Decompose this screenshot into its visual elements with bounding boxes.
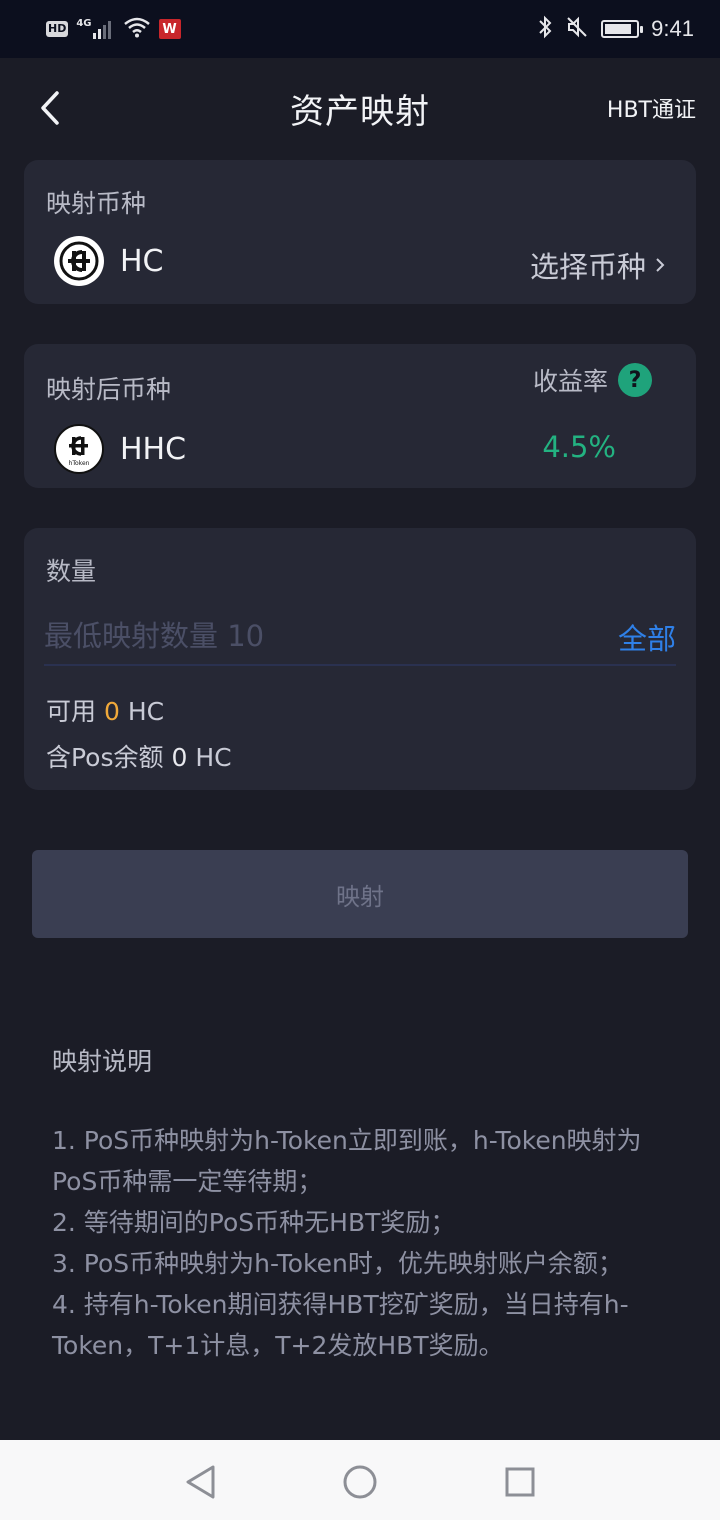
amount-label: 数量 xyxy=(46,557,97,586)
mute-icon xyxy=(565,15,589,43)
battery-icon xyxy=(601,20,644,38)
hd-indicator: HD xyxy=(46,21,69,37)
source-coin-row: HC xyxy=(54,236,164,286)
yield-rate-value: 4.5% xyxy=(542,430,616,464)
wifi-icon xyxy=(123,16,151,42)
target-coin-card: 映射后币种 收益率 ? hToken HHC 4.5% xyxy=(24,344,696,488)
hc-coin-logo xyxy=(54,236,104,286)
available-unit: HC xyxy=(127,697,165,726)
hbt-token-link[interactable]: HBT通证 xyxy=(607,92,696,124)
status-left: HD 4G W xyxy=(46,17,181,41)
pos-unit: HC xyxy=(195,743,232,772)
chevron-right-icon xyxy=(656,258,665,272)
nav-back-button[interactable] xyxy=(178,1460,222,1504)
select-coin-button[interactable]: 选择币种 xyxy=(530,244,666,286)
source-coin-card[interactable]: 映射币种 HC 选择币种 xyxy=(24,160,696,304)
pos-balance: 含Pos余额 0 HC xyxy=(46,738,232,774)
target-coin-row: hToken HHC xyxy=(54,424,186,474)
htoken-caption: hToken xyxy=(68,460,90,467)
bluetooth-icon xyxy=(537,15,553,43)
amount-card: 数量 全部 可用 0 HC 含Pos余额 0 HC xyxy=(24,528,696,790)
source-coin-name: HC xyxy=(120,243,164,279)
nav-recents-button[interactable] xyxy=(498,1460,542,1504)
hhc-coin-logo: hToken xyxy=(54,424,104,474)
header: 资产映射 HBT通证 xyxy=(0,58,720,158)
mapping-notes: 映射说明 1. PoS币种映射为h-Token立即到账，h-Token映射为Po… xyxy=(52,1042,672,1366)
available-prefix: 可用 xyxy=(46,697,97,726)
note-item: 3. PoS币种映射为h-Token时，优先映射账户余额； xyxy=(52,1249,623,1278)
circle-home-icon xyxy=(343,1465,377,1499)
yield-rate-header: 收益率 ? xyxy=(533,362,652,398)
input-underline xyxy=(44,664,676,666)
nav-home-button[interactable] xyxy=(338,1460,382,1504)
select-coin-label: 选择币种 xyxy=(529,250,646,284)
signal-icon: 4G xyxy=(76,19,114,39)
status-right: 9:41 xyxy=(537,14,694,44)
map-button[interactable]: 映射 xyxy=(32,850,688,938)
battery-level xyxy=(605,24,631,34)
square-recents-icon xyxy=(505,1467,535,1497)
notes-title: 映射说明 xyxy=(52,1047,153,1076)
all-button[interactable]: 全部 xyxy=(618,616,676,658)
target-coin-label: 映射后币种 xyxy=(46,375,172,404)
available-value: 0 xyxy=(103,697,120,726)
pos-value: 0 xyxy=(171,743,188,772)
note-item: 1. PoS币种映射为h-Token立即到账，h-Token映射为PoS币种需一… xyxy=(52,1126,642,1196)
system-nav-bar xyxy=(0,1440,720,1520)
status-bar: HD 4G W 9:41 xyxy=(0,0,720,58)
note-item: 2. 等待期间的PoS币种无HBT奖励； xyxy=(52,1208,456,1237)
yield-rate-label: 收益率 xyxy=(532,367,608,396)
network-type: 4G xyxy=(76,18,92,29)
note-item: 4. 持有h-Token期间获得HBT挖矿奖励，当日持有h-Token，T+1计… xyxy=(52,1290,629,1360)
triangle-back-icon xyxy=(186,1465,215,1499)
target-coin-name: HHC xyxy=(120,431,187,467)
available-balance: 可用 0 HC xyxy=(46,692,164,728)
help-icon[interactable]: ? xyxy=(618,363,652,397)
status-time: 9:41 xyxy=(651,16,694,41)
source-coin-label: 映射币种 xyxy=(46,189,147,218)
amount-input[interactable] xyxy=(44,610,514,662)
pos-prefix: 含Pos余额 xyxy=(46,743,164,772)
app-notification-icon: W xyxy=(158,19,181,39)
